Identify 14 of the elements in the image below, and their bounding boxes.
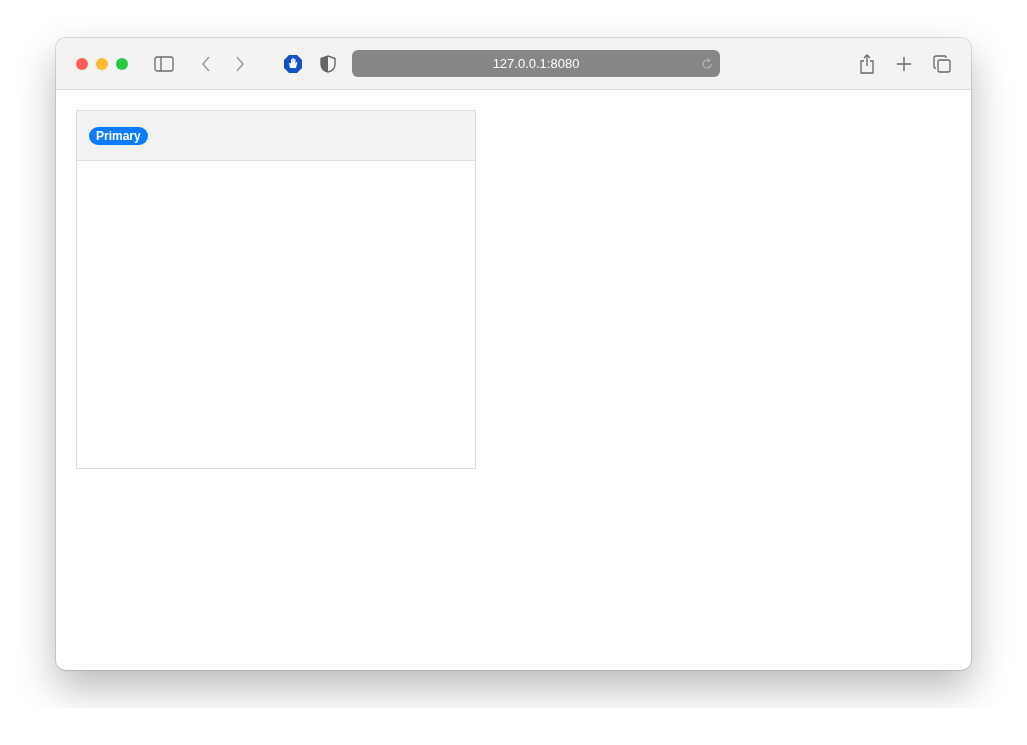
new-tab-icon[interactable] (897, 56, 911, 71)
primary-badge: Primary (89, 126, 148, 145)
url-text: 127.0.0.1:8080 (492, 56, 580, 71)
reload-icon[interactable] (701, 58, 713, 70)
forward-icon[interactable] (235, 55, 245, 72)
sidebar-icon[interactable] (154, 55, 174, 72)
tabs-overview-icon[interactable] (933, 54, 951, 73)
zoom-button[interactable] (116, 57, 128, 70)
back-icon[interactable] (201, 55, 211, 72)
close-button[interactable] (76, 57, 88, 70)
shield-icon[interactable] (320, 54, 336, 73)
share-icon[interactable] (859, 53, 875, 74)
address-bar[interactable]: 127.0.0.1:8080 (352, 50, 720, 77)
hand-icon[interactable] (283, 53, 303, 74)
